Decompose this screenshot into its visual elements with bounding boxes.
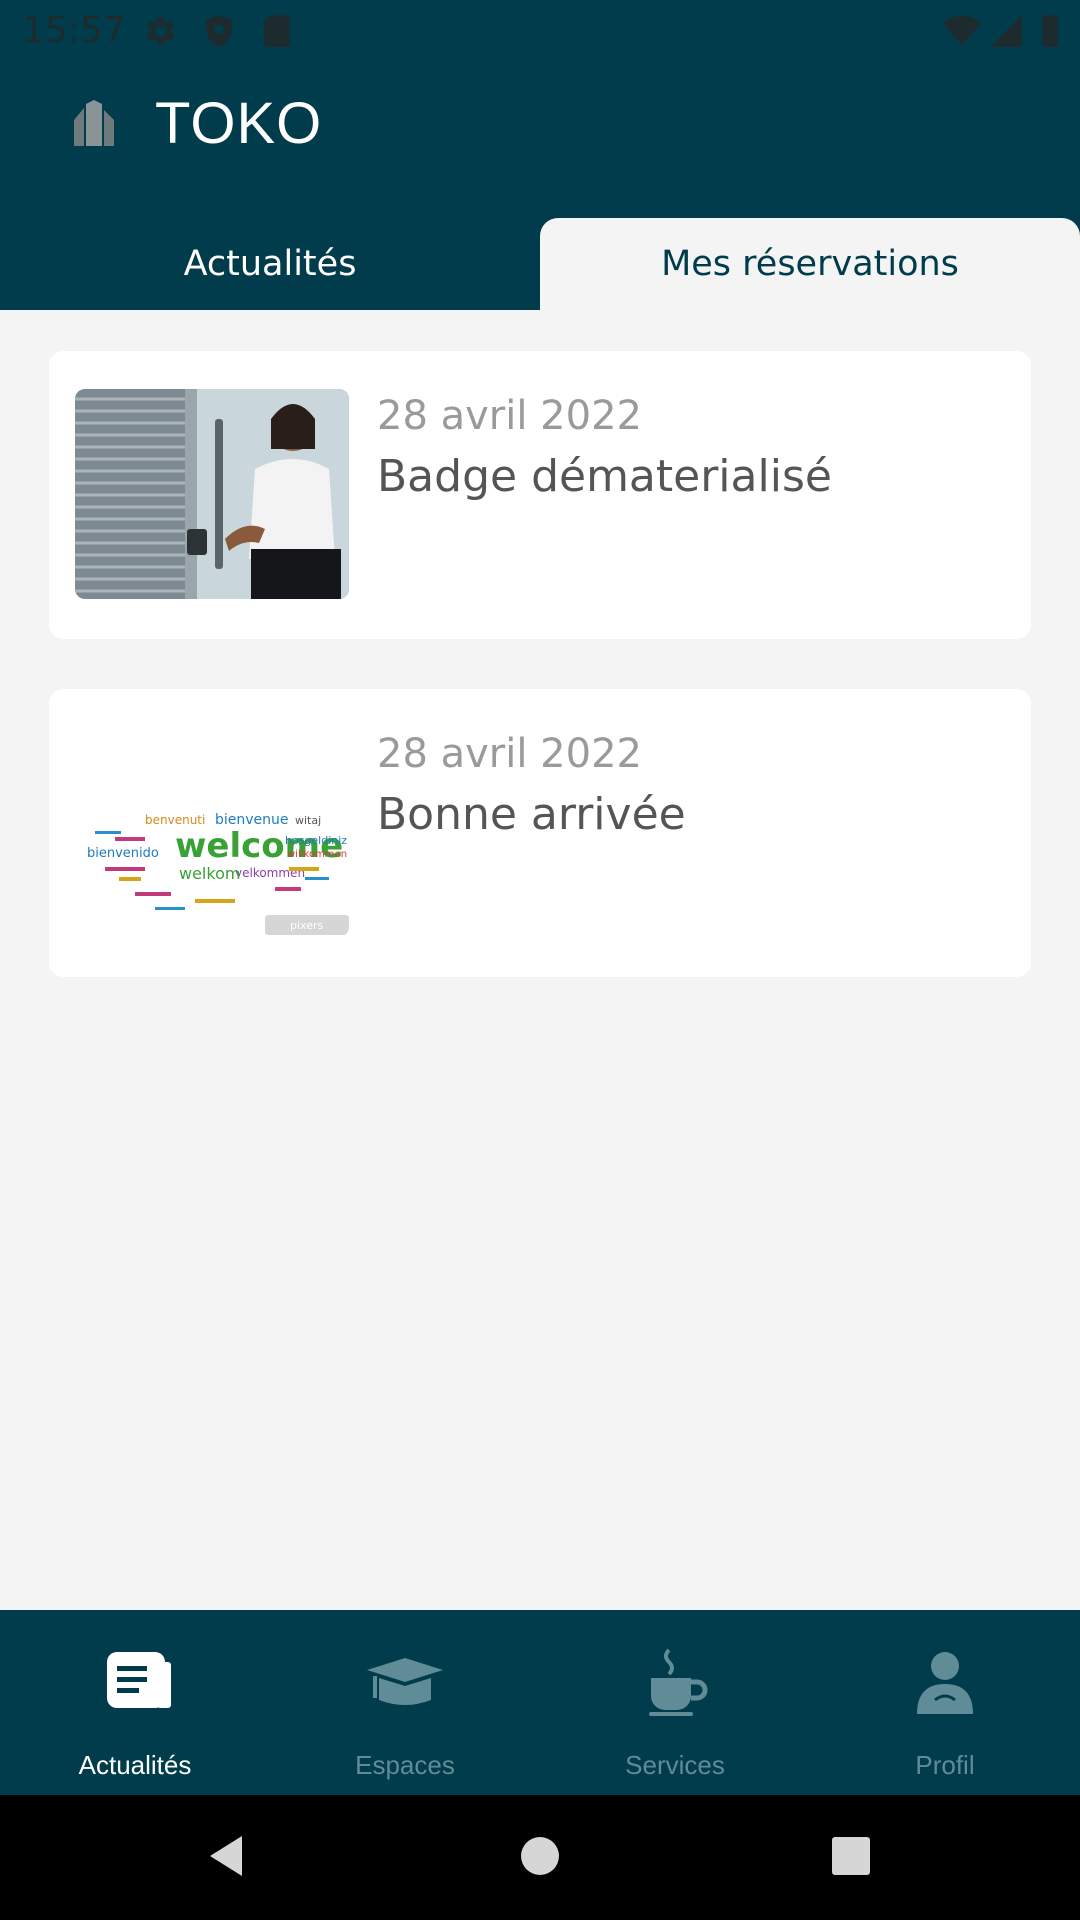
cloud-word: willkommen (287, 849, 347, 860)
tab-mes-reservations[interactable]: Mes réservations (540, 218, 1080, 310)
system-navigation-bar (0, 1795, 1080, 1920)
sd-card-icon (264, 15, 290, 47)
signal-icon (990, 15, 1022, 47)
tab-label: Mes réservations (661, 244, 959, 284)
news-title: Bonne arrivée (377, 789, 686, 840)
app-bar: TOKO (0, 62, 1080, 192)
cloud-word: benvenuti (145, 813, 205, 827)
home-icon[interactable] (515, 1831, 565, 1881)
wifi-icon (943, 15, 981, 46)
coffee-cup-icon (649, 1648, 708, 1716)
news-icon (107, 1652, 171, 1708)
nav-label: Actualités (78, 1750, 192, 1780)
cloud-word: welkom (179, 864, 240, 883)
news-title: Badge dématerialisé (377, 451, 832, 502)
welcome-word-cloud: bienvenue benvenuti welcome bienvenido v… (75, 727, 349, 937)
nav-label: Espaces (355, 1750, 455, 1780)
building-logo-icon (74, 100, 114, 146)
back-icon[interactable] (202, 1831, 252, 1881)
content-top-edge (0, 310, 1080, 320)
graduation-cap-icon (367, 1658, 443, 1705)
news-thumbnail (75, 389, 349, 599)
status-bar: 15:57 (0, 0, 1080, 62)
person-icon (917, 1652, 973, 1714)
bottom-navigation: Actualités Espaces Services Profil (0, 1610, 1080, 1795)
news-date: 28 avril 2022 (377, 731, 642, 777)
nav-label: Profil (915, 1750, 975, 1780)
news-date: 28 avril 2022 (377, 393, 642, 439)
news-thumbnail: bienvenue benvenuti welcome bienvenido v… (75, 727, 349, 937)
recents-icon[interactable] (826, 1831, 876, 1881)
cloud-word: hosgeldiniz (285, 834, 347, 847)
nav-item-services[interactable]: Services (540, 1610, 810, 1795)
battery-icon (1042, 15, 1058, 47)
shield-icon (206, 15, 232, 47)
cloud-word: witaj (295, 814, 321, 827)
nav-label: Services (625, 1750, 725, 1780)
cloud-word: bienvenido (87, 846, 159, 861)
status-time: 15:57 (22, 10, 126, 51)
news-card[interactable]: 28 avril 2022 Badge dématerialisé (49, 351, 1031, 639)
settings-icon (146, 17, 175, 45)
tab-actualites[interactable]: Actualités (0, 218, 540, 310)
news-card[interactable]: bienvenue benvenuti welcome bienvenido v… (49, 689, 1031, 977)
tab-label: Actualités (183, 244, 357, 284)
app-title: TOKO (155, 91, 323, 156)
nav-item-espaces[interactable]: Espaces (270, 1610, 540, 1795)
watermark-label: pixers (290, 919, 324, 932)
nav-item-actualites[interactable]: Actualités (0, 1610, 270, 1795)
nav-item-profil[interactable]: Profil (810, 1610, 1080, 1795)
woman-at-door-photo (75, 389, 349, 599)
